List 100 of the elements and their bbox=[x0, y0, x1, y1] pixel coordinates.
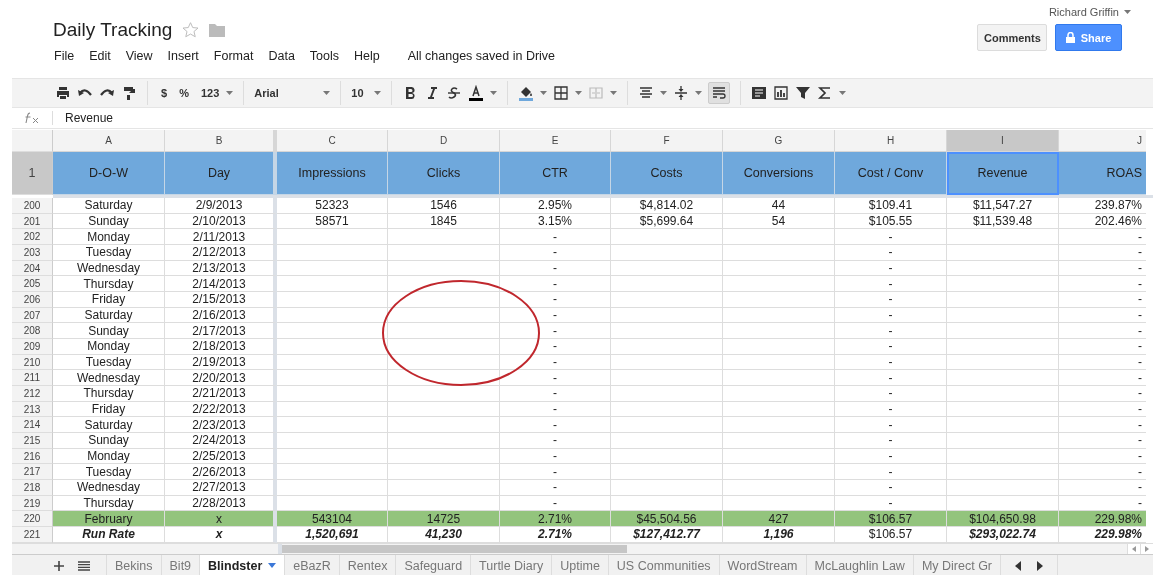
menu-item[interactable]: Help bbox=[354, 49, 380, 63]
menu-item[interactable]: Insert bbox=[167, 49, 199, 63]
column-header[interactable]: F bbox=[611, 130, 723, 152]
strikethrough-icon[interactable] bbox=[446, 85, 463, 101]
caret-icon bbox=[575, 91, 583, 95]
column-header[interactable]: I bbox=[947, 130, 1059, 152]
menu-item[interactable]: Edit bbox=[89, 49, 111, 63]
scroll-right-icon[interactable] bbox=[1145, 545, 1149, 552]
sheet-tab[interactable]: eBazR bbox=[284, 554, 339, 575]
text-color-icon[interactable] bbox=[468, 85, 485, 101]
next-sheet-icon[interactable] bbox=[1037, 560, 1044, 571]
column-header[interactable]: A bbox=[53, 130, 165, 152]
table-cell: Saturday bbox=[53, 198, 165, 214]
table-cell: - bbox=[500, 448, 611, 465]
menu-item[interactable]: Tools bbox=[309, 49, 340, 63]
fill-color-icon[interactable] bbox=[518, 85, 535, 101]
row-header[interactable]: 1 bbox=[12, 152, 53, 195]
header-cell: Impressions bbox=[277, 152, 388, 195]
row-header[interactable]: 215 bbox=[12, 433, 53, 449]
table-cell: Saturday bbox=[53, 417, 165, 434]
column-header[interactable]: H bbox=[835, 130, 947, 152]
row-header[interactable]: 220 bbox=[12, 511, 53, 528]
row-header[interactable]: 212 bbox=[12, 386, 53, 402]
table-cell: x bbox=[165, 511, 277, 528]
table-cell: 2/19/2013 bbox=[165, 354, 277, 371]
column-header[interactable]: D bbox=[388, 130, 500, 152]
table-cell: Monday bbox=[53, 229, 165, 245]
sheet-tab[interactable]: McLaughlin Law bbox=[805, 554, 913, 575]
sheet-tab[interactable]: Uptime bbox=[551, 554, 608, 575]
table-cell: - bbox=[500, 433, 611, 449]
row-header[interactable]: 211 bbox=[12, 370, 53, 387]
row-header[interactable]: 217 bbox=[12, 464, 53, 481]
row-header[interactable]: 221 bbox=[12, 527, 53, 543]
column-header[interactable]: G bbox=[723, 130, 835, 152]
borders-icon[interactable] bbox=[553, 85, 570, 101]
sheet-tab[interactable]: US Communities bbox=[607, 554, 719, 575]
header-cell: Costs bbox=[611, 152, 723, 195]
add-sheet-icon[interactable] bbox=[54, 560, 64, 571]
row-header[interactable]: 218 bbox=[12, 480, 53, 496]
vertical-align-icon[interactable] bbox=[673, 85, 690, 101]
scrollbar-thumb[interactable] bbox=[282, 544, 627, 553]
star-icon[interactable] bbox=[182, 22, 200, 38]
number-format-button[interactable]: 123 bbox=[197, 87, 223, 99]
comments-button[interactable]: Comments bbox=[977, 24, 1047, 51]
table-cell: Tuesday bbox=[53, 464, 165, 481]
font-size-dropdown[interactable]: 10 bbox=[351, 87, 364, 99]
comment-icon[interactable] bbox=[751, 85, 768, 101]
header-cell: Revenue bbox=[947, 152, 1059, 195]
currency-format-button[interactable]: $ bbox=[158, 87, 171, 99]
sheet-tab[interactable]: Safeguard bbox=[395, 554, 471, 575]
sheet-tab[interactable]: Blindster bbox=[199, 554, 285, 575]
sheet-tab[interactable]: Turtle Diary bbox=[470, 554, 552, 575]
table-cell: 2/24/2013 bbox=[165, 433, 277, 449]
menu-item[interactable]: File bbox=[54, 49, 75, 63]
row-header[interactable]: 206 bbox=[12, 292, 53, 308]
row-header[interactable]: 202 bbox=[12, 229, 53, 245]
menu-item[interactable]: View bbox=[125, 49, 153, 63]
user-name[interactable]: Richard Griffin bbox=[1048, 6, 1119, 18]
table-cell: - bbox=[500, 260, 611, 277]
menu-icon[interactable] bbox=[78, 560, 90, 571]
row-header[interactable]: 209 bbox=[12, 339, 53, 355]
chart-icon[interactable] bbox=[773, 85, 790, 101]
table-cell: 2/17/2013 bbox=[165, 323, 277, 340]
table-cell: - bbox=[835, 480, 947, 496]
document-title[interactable]: Daily Tracking bbox=[53, 19, 173, 41]
formula-input[interactable]: Revenue bbox=[52, 111, 114, 125]
caret-icon bbox=[323, 91, 331, 95]
sheet-tab[interactable]: Bekins bbox=[106, 554, 161, 575]
caret-icon[interactable] bbox=[268, 563, 277, 569]
column-header[interactable]: J bbox=[1059, 130, 1146, 152]
menu-item[interactable]: Data bbox=[268, 49, 295, 63]
scroll-left-icon[interactable] bbox=[1132, 545, 1136, 552]
row-header[interactable]: 208 bbox=[12, 323, 53, 340]
row-header[interactable]: 214 bbox=[12, 417, 53, 434]
table-cell: 2/25/2013 bbox=[165, 448, 277, 465]
table-cell: 239.87% bbox=[1059, 198, 1146, 214]
column-header[interactable]: C bbox=[277, 130, 388, 152]
menu-item[interactable]: Format bbox=[213, 49, 254, 63]
sheet-tab[interactable]: Rentex bbox=[338, 554, 396, 575]
sheet-tab[interactable]: WordStream bbox=[718, 554, 806, 575]
paint-roller-icon[interactable] bbox=[121, 85, 137, 101]
column-header[interactable]: B bbox=[165, 130, 277, 152]
percent-format-button[interactable]: % bbox=[176, 87, 192, 99]
filter-icon[interactable] bbox=[795, 85, 812, 101]
row-header[interactable]: 205 bbox=[12, 276, 53, 293]
align-icon[interactable] bbox=[638, 85, 655, 101]
table-cell: - bbox=[835, 276, 947, 293]
table-cell: - bbox=[835, 323, 947, 340]
table-cell: - bbox=[1059, 386, 1146, 402]
column-header[interactable]: E bbox=[500, 130, 611, 152]
table-cell: 2/18/2013 bbox=[165, 339, 277, 355]
previous-sheet-icon[interactable] bbox=[1015, 560, 1022, 571]
row-header[interactable]: 203 bbox=[12, 245, 53, 261]
row-header[interactable]: 200 bbox=[12, 198, 53, 214]
table-cell: 427 bbox=[723, 511, 835, 528]
table-cell: - bbox=[835, 354, 947, 371]
table-cell: - bbox=[500, 386, 611, 402]
print-icon[interactable] bbox=[55, 85, 71, 101]
font-dropdown[interactable]: Arial bbox=[254, 87, 279, 99]
table-cell: $104,650.98 bbox=[947, 511, 1059, 528]
